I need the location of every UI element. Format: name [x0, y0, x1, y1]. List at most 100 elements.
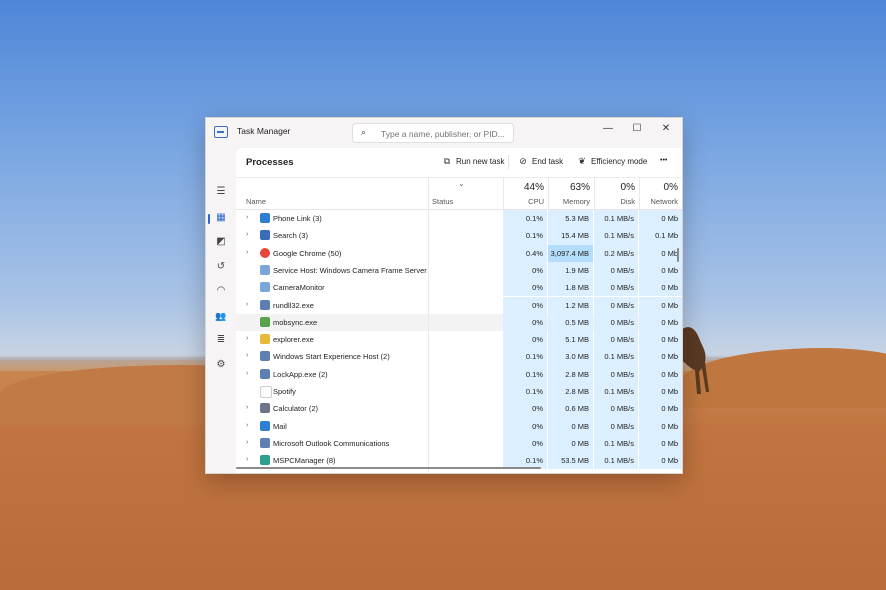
end-task-button[interactable]: ⊘ End task [517, 156, 563, 167]
network-value: 0 Mb [661, 283, 678, 293]
calculator-icon [260, 403, 270, 414]
process-name: MSPCManager (8) [273, 456, 336, 466]
processes-icon[interactable]: ▦ [212, 209, 230, 227]
expand-chevron-icon[interactable]: › [246, 301, 248, 308]
cpu-cell: 0% [503, 417, 547, 435]
table-row[interactable]: › Calculator (2) 0% 0.6 MB 0 MB/s 0 Mb [236, 400, 682, 418]
network-cell: 0 Mb [639, 296, 682, 314]
cpu-value: 0% [532, 335, 543, 345]
minimize-button[interactable]: — [598, 121, 618, 137]
expand-chevron-icon[interactable]: › [246, 249, 248, 256]
disk-percent: 0% [620, 182, 635, 193]
table-row[interactable]: › Google Chrome (50) 0.4% 3,097.4 MB 0.2 MB/… [236, 244, 682, 262]
table-row[interactable]: › Mail 0% 0 MB 0 MB/s 0 Mb [236, 417, 682, 435]
end-task-label: End task [532, 157, 564, 166]
disk-value: 0 MB/s [610, 404, 634, 414]
rundll-icon [260, 299, 270, 310]
column-divider [503, 177, 504, 210]
memory-percent: 63% [569, 182, 590, 193]
disk-label: Disk [620, 197, 635, 206]
disk-cell: 0.1 MB/s [594, 452, 638, 470]
memory-value: 0 MB [571, 421, 589, 431]
expand-chevron-icon[interactable]: › [246, 352, 248, 359]
search-input[interactable] [379, 126, 511, 141]
network-value: 0 Mb [661, 387, 678, 396]
table-row[interactable]: › rundll32.exe 0% 1.2 MB 0 MB/s 0 Mb [236, 296, 682, 314]
cpu-value: 0.1% [525, 214, 543, 223]
disk-cell: 0 MB/s [594, 365, 638, 383]
memory-cell: 53.5 MB [548, 452, 593, 470]
table-row[interactable]: › LockApp.exe (2) 0.1% 2.8 MB 0 MB/s 0 Mb [236, 365, 682, 383]
disk-cell: 0 MB/s [594, 331, 638, 349]
more-options-button[interactable]: ••• [660, 157, 667, 164]
table-row[interactable]: mobsync.exe 0% 0.5 MB 0 MB/s 0 Mb [236, 313, 682, 332]
close-button[interactable]: ✕ [656, 121, 676, 137]
network-cell: 0 Mb [639, 348, 682, 366]
table-row[interactable]: › Microsoft Outlook Communications 0% 0 MB 0… [236, 434, 682, 453]
column-header-cpu[interactable]: 44% CPU [503, 177, 548, 209]
search-box[interactable]: ⌕ [352, 123, 514, 143]
network-value: 0 Mb [661, 352, 678, 362]
disk-cell: 0 MB/s [594, 279, 638, 297]
expand-chevron-icon[interactable]: › [246, 335, 248, 342]
network-value: 0 Mb [661, 438, 678, 448]
column-header-status[interactable]: Status [432, 197, 453, 206]
users-icon[interactable]: 👥 [212, 307, 230, 325]
cpu-value: 0% [532, 317, 543, 327]
column-header-memory[interactable]: 63% Memory [548, 177, 594, 209]
column-header-network[interactable]: 0% Network [639, 177, 682, 209]
table-row[interactable]: Service Host: Windows Camera Frame Serve… [236, 261, 682, 280]
efficiency-mode-button[interactable]: ❦ Efficiency mode [576, 156, 647, 167]
table-row[interactable]: › Search (3) 0.1% 15.4 MB 0.1 MB/s 0.1 Mb [236, 227, 682, 245]
disk-value: 0 MB/s [610, 300, 634, 310]
details-icon[interactable]: ≣ [212, 331, 230, 349]
memory-cell: 15.4 MB [548, 227, 593, 245]
disk-value: 0 MB/s [610, 265, 634, 275]
outlook-icon [260, 437, 270, 448]
performance-icon[interactable]: ◩ [212, 233, 230, 251]
network-value: 0 Mb [661, 300, 678, 310]
expand-chevron-icon[interactable]: › [246, 404, 248, 411]
run-new-task-button[interactable]: ⧉ Run new task [441, 156, 505, 167]
column-header-name[interactable]: Name [246, 197, 266, 206]
cpu-cell: 0.1% [503, 227, 547, 245]
memory-cell: 2.8 MB [548, 365, 593, 383]
cpu-value: 0% [532, 438, 543, 448]
cpu-cell: 0% [503, 313, 547, 332]
expand-chevron-icon[interactable]: › [246, 231, 248, 238]
expand-chevron-icon[interactable]: › [246, 439, 248, 446]
services-icon[interactable]: ⚙ [212, 356, 230, 374]
expand-chevron-icon[interactable]: › [246, 422, 248, 429]
network-value: 0 Mb [661, 369, 678, 379]
disk-value: 0 MB/s [610, 317, 634, 327]
table-row[interactable]: Spotify 0.1% 2.8 MB 0.1 MB/s 0 Mb [236, 383, 682, 401]
memory-value: 15.4 MB [561, 231, 589, 241]
expand-chevron-icon[interactable]: › [246, 456, 248, 463]
column-header-disk[interactable]: 0% Disk [594, 177, 639, 209]
app-history-icon[interactable]: ↺ [212, 258, 230, 276]
column-divider [639, 177, 640, 210]
disk-value: 0 MB/s [610, 335, 634, 345]
horizontal-scrollbar[interactable] [236, 467, 541, 469]
disk-cell: 0 MB/s [594, 313, 638, 332]
table-row[interactable]: › Windows Start Experience Host (2) 0.1% 3.… [236, 348, 682, 366]
folder-icon [260, 334, 270, 345]
table-row[interactable]: CameraMonitor 0% 1.8 MB 0 MB/s 0 Mb [236, 279, 682, 297]
table-row[interactable]: › explorer.exe 0% 5.1 MB 0 MB/s 0 Mb [236, 331, 682, 349]
network-value: 0 Mb [661, 335, 678, 345]
column-divider [594, 177, 595, 210]
memory-value: 2.8 MB [565, 369, 589, 379]
vertical-scrollbar[interactable] [677, 248, 679, 262]
hamburger-icon[interactable]: ☰ [212, 183, 230, 201]
expand-chevron-icon[interactable]: › [246, 214, 248, 221]
window-title: Task Manager [237, 126, 291, 136]
toolbar-divider [508, 155, 509, 169]
expand-chevron-icon[interactable]: › [246, 370, 248, 377]
maximize-button[interactable]: ☐ [627, 121, 647, 137]
startup-apps-icon[interactable]: ◠ [212, 282, 230, 300]
cpu-cell: 0.4% [503, 244, 547, 262]
cpu-value: 0.1% [525, 352, 543, 362]
table-row[interactable]: › Phone Link (3) 0.1% 5.3 MB 0.1 MB/s 0 Mb [236, 210, 682, 228]
disk-value: 0.1 MB/s [604, 387, 634, 396]
process-name: mobsync.exe [273, 317, 318, 327]
